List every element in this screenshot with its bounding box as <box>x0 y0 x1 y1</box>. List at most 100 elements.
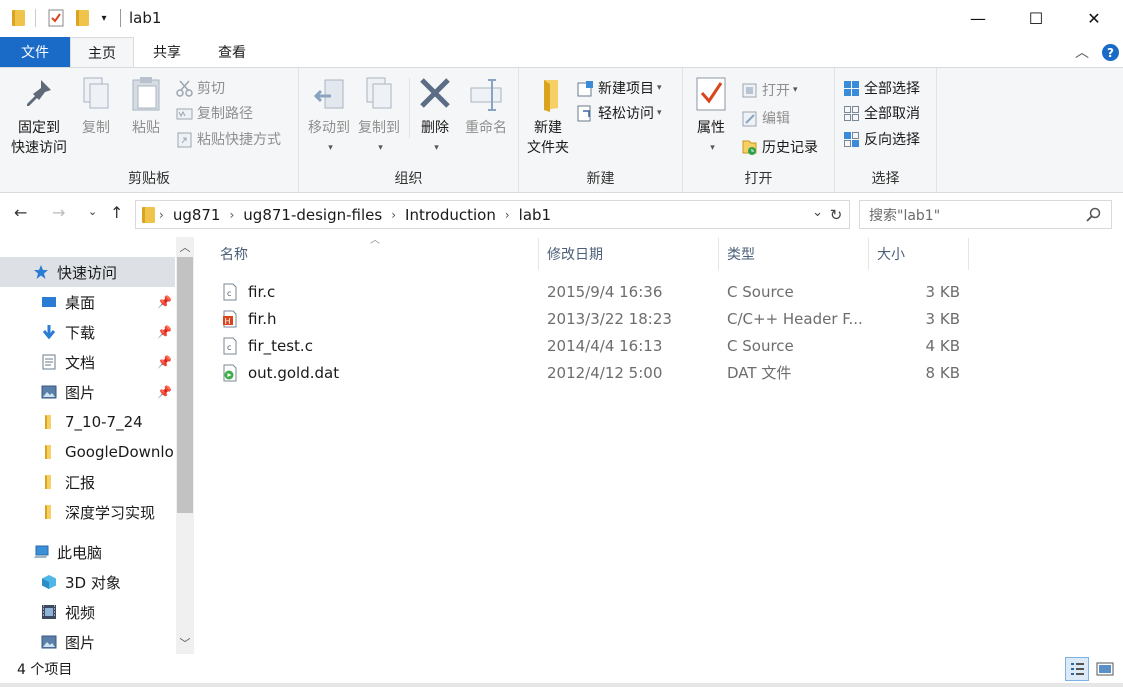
address-dropdown-chevron-icon[interactable]: ⌄ <box>812 205 823 220</box>
sidebar-item-documents[interactable]: 文档 <box>0 347 175 377</box>
breadcrumb-ug871[interactable]: ug871 <box>173 206 221 224</box>
details-view-button[interactable] <box>1065 657 1089 681</box>
table-row[interactable]: out.gold.dat 2012/4/12 5:00 DAT 文件 8 KB <box>220 359 980 386</box>
tab-view[interactable]: 查看 <box>200 37 264 67</box>
sidebar-item-3d-objects[interactable]: 3D 对象 <box>0 567 175 597</box>
sidebar-item-folder[interactable]: GoogleDownlo <box>0 437 175 467</box>
scroll-down-icon[interactable]: ﹀ <box>176 634 194 652</box>
refresh-icon[interactable]: ↻ <box>827 206 845 224</box>
help-icon[interactable]: ? <box>1102 44 1119 61</box>
properties-button[interactable]: 属性 ▾ <box>691 74 731 158</box>
file-size: 4 KB <box>925 336 960 355</box>
minimize-button[interactable]: — <box>949 0 1007 37</box>
sidebar-item-pictures[interactable]: 图片 <box>0 377 175 407</box>
tab-share[interactable]: 共享 <box>136 37 198 67</box>
table-row[interactable]: H fir.h 2013/3/22 18:23 C/C++ Header F..… <box>220 305 980 332</box>
copy-button[interactable]: 复制 <box>76 74 116 138</box>
sidebar-item-quick-access[interactable]: 快速访问 <box>0 257 175 287</box>
column-header-name[interactable]: 名称 <box>212 238 539 270</box>
table-row[interactable]: c fir_test.c 2014/4/4 16:13 C Source 4 K… <box>220 332 980 359</box>
maximize-button[interactable]: ☐ <box>1007 0 1065 37</box>
tab-file[interactable]: 文件 <box>0 37 70 67</box>
sidebar-item-label: 桌面 <box>65 293 96 312</box>
move-to-button[interactable]: 移动到 ▾ <box>305 74 353 158</box>
breadcrumb-chevron-icon[interactable]: › <box>229 208 234 222</box>
column-header-size[interactable]: 大小 <box>869 238 969 270</box>
sidebar-item-label: 汇报 <box>65 473 96 492</box>
sidebar-item-label: 快速访问 <box>57 263 118 282</box>
pin-to-quick-access-button[interactable]: 固定到 快速访问 <box>6 74 72 158</box>
sidebar-item-videos[interactable]: 视频 <box>0 597 175 627</box>
search-icon[interactable] <box>1086 207 1101 222</box>
copy-icon <box>78 74 114 114</box>
breadcrumb-chevron-icon[interactable]: › <box>391 208 396 222</box>
folder-icon[interactable] <box>10 8 26 28</box>
svg-text:H: H <box>225 317 231 326</box>
edit-button[interactable]: 编辑 <box>741 106 790 130</box>
rename-button[interactable]: 重命名 <box>461 74 511 138</box>
column-header-type[interactable]: 类型 <box>719 238 869 270</box>
sidebar-item-label: 此电脑 <box>57 543 103 562</box>
open-button[interactable]: 打开 ▾ <box>741 78 798 102</box>
recent-locations-chevron-icon[interactable]: ⌄ <box>88 205 97 218</box>
column-header-date-modified[interactable]: 修改日期 <box>539 238 719 270</box>
sidebar-item-folder[interactable]: 深度学习实现 <box>0 497 175 527</box>
address-bar[interactable]: › ug871 › ug871-design-files › Introduct… <box>135 200 850 229</box>
sidebar-item-downloads[interactable]: 下载 <box>0 317 175 347</box>
forward-arrow-icon[interactable]: → <box>52 203 65 222</box>
select-none-button[interactable]: 全部取消 <box>843 101 920 125</box>
close-button[interactable]: ✕ <box>1065 0 1123 37</box>
scrollbar-thumb[interactable] <box>177 257 193 513</box>
breadcrumb-chevron-icon[interactable]: › <box>159 208 164 222</box>
collapse-ribbon-icon[interactable]: ︿ <box>1075 42 1089 62</box>
breadcrumb-chevron-icon[interactable]: › <box>505 208 510 222</box>
breadcrumb-lab1[interactable]: lab1 <box>519 206 551 224</box>
invert-selection-button[interactable]: 反向选择 <box>843 127 920 151</box>
new-folder-button[interactable]: 新建 文件夹 <box>523 74 573 158</box>
copy-path-button[interactable]: 复制路径 <box>176 101 253 125</box>
customize-toolbar-icon[interactable]: ▾ <box>98 8 110 28</box>
rename-label: 重命名 <box>465 120 507 136</box>
chevron-down-icon: ▾ <box>434 143 439 153</box>
cut-button[interactable]: 剪切 <box>176 76 225 100</box>
tab-home[interactable]: 主页 <box>70 37 134 68</box>
search-box[interactable]: 搜索"lab1" <box>859 200 1112 229</box>
sidebar-item-this-pc[interactable]: 此电脑 <box>0 537 175 567</box>
paste-shortcut-button[interactable]: 粘贴快捷方式 <box>176 127 281 151</box>
up-arrow-icon[interactable]: ↑ <box>110 203 123 222</box>
search-placeholder: 搜索"lab1" <box>869 207 941 224</box>
paste-button[interactable]: 粘贴 <box>126 74 166 138</box>
sidebar-item-pc-pictures[interactable]: 图片 <box>0 627 175 654</box>
properties-icon[interactable] <box>47 8 65 28</box>
organize-group: 移动到 ▾ 复制到 ▾ 删除 ▾ 重命名 组织 <box>299 68 519 192</box>
large-icons-view-button[interactable] <box>1093 657 1117 681</box>
easy-access-button[interactable]: 轻松访问 ▾ <box>577 101 662 125</box>
folder-icon <box>41 444 57 460</box>
history-icon <box>741 139 758 156</box>
separator <box>120 9 121 27</box>
copy-to-button[interactable]: 复制到 ▾ <box>355 74 403 158</box>
delete-button[interactable]: 删除 ▾ <box>415 74 455 158</box>
folder-icon <box>41 414 57 430</box>
new-item-button[interactable]: 新建项目 ▾ <box>577 76 662 100</box>
back-arrow-icon[interactable]: ← <box>14 203 27 222</box>
breadcrumb-ug871-design-files[interactable]: ug871-design-files <box>243 206 382 224</box>
sidebar-item-folder[interactable]: 7_10-7_24 <box>0 407 175 437</box>
select-all-button[interactable]: 全部选择 <box>843 76 920 100</box>
folder-icon <box>41 474 57 490</box>
table-row[interactable]: c fir.c 2015/9/4 16:36 C Source 3 KB <box>220 278 980 305</box>
file-size: 3 KB <box>925 282 960 301</box>
easy-access-icon <box>577 105 594 122</box>
sidebar-item-label: 下载 <box>65 323 96 342</box>
c-source-icon: c <box>222 283 238 301</box>
navigation-pane-scrollbar[interactable]: ︿ ﹀ <box>176 237 194 654</box>
breadcrumb-introduction[interactable]: Introduction <box>405 206 496 224</box>
sidebar-item-desktop[interactable]: 桌面 <box>0 287 175 317</box>
sidebar-item-folder[interactable]: 汇报 <box>0 467 175 497</box>
scroll-up-icon[interactable]: ︿ <box>176 238 194 256</box>
copy-label: 复制 <box>82 120 110 136</box>
pin-label-2: 快速访问 <box>11 140 67 156</box>
chevron-down-icon: ▾ <box>328 143 333 153</box>
new-folder-icon[interactable] <box>74 8 90 28</box>
history-button[interactable]: 历史记录 <box>741 135 818 159</box>
